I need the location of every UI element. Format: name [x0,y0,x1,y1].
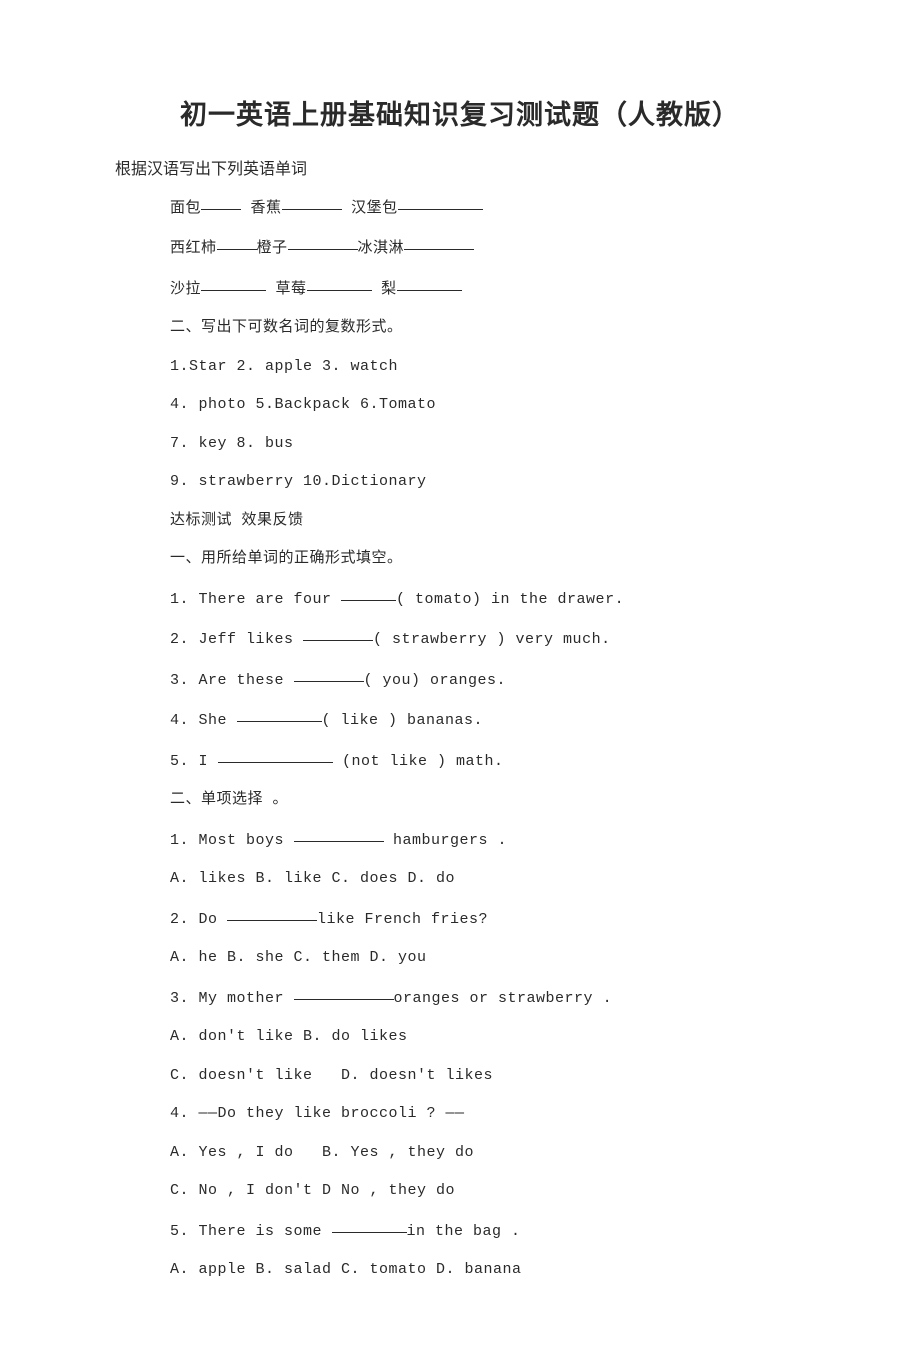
blank-input[interactable] [282,194,342,210]
vocab-line-2: 西红柿 橙子 冰淇淋 [170,236,805,261]
section-heading: 一、用所给单词的正确形式填空。 [170,548,805,571]
answer-options[interactable]: A. Yes , I do B. Yes , they do [170,1142,805,1165]
vocab-word: 西红柿 [170,240,217,257]
question-text: 3. Are these [170,672,294,689]
question-text: oranges or strawberry . [394,990,613,1007]
worksheet-page: 初一英语上册基础知识复习测试题（人教版） 根据汉语写出下列英语单词 面包 香蕉 … [0,0,920,1358]
blank-input[interactable] [201,194,241,210]
blank-input[interactable] [303,625,373,641]
list-item: 4. photo 5.Backpack 6.Tomato [170,394,805,417]
blank-input[interactable] [332,1217,407,1233]
blank-input[interactable] [294,666,364,682]
vocab-word: 冰淇淋 [358,240,405,257]
question-text: 2. Jeff likes [170,631,303,648]
blank-input[interactable] [294,984,394,1000]
vocab-word: 汉堡包 [351,200,398,217]
vocab-word: 梨 [381,281,397,298]
vocab-line-1: 面包 香蕉 汉堡包 [170,196,805,221]
vocab-word: 沙拉 [170,281,201,298]
blank-input[interactable] [397,275,462,291]
question-text: 3. My mother [170,990,294,1007]
answer-options[interactable]: A. don't like B. do likes [170,1026,805,1049]
question-text: 5. There is some [170,1223,332,1240]
blank-input[interactable] [217,234,257,250]
question-text: ( strawberry ) very much. [373,631,611,648]
list-item: 7. key 8. bus [170,433,805,456]
blank-input[interactable] [294,826,384,842]
question-text: ( you) oranges. [364,672,507,689]
question-line: 1. Most boys hamburgers . [170,828,805,853]
question-line: 3. Are these ( you) oranges. [170,668,805,693]
content-body: 面包 香蕉 汉堡包 西红柿 橙子 冰淇淋 沙拉 草莓 梨 二、写出下可数名词的复数形… [115,196,805,1282]
question-line: 2. Do like French fries? [170,907,805,932]
question-text: ( tomato) in the drawer. [396,591,624,608]
question-text: in the bag . [407,1223,521,1240]
blank-input[interactable] [201,275,266,291]
blank-input[interactable] [307,275,372,291]
question-text: (not like ) math. [333,753,504,770]
question-text: 5. I [170,753,218,770]
question-line: 4. She ( like ) bananas. [170,708,805,733]
section-heading: 达标测试 效果反馈 [170,510,805,533]
vocab-line-3: 沙拉 草莓 梨 [170,277,805,302]
answer-options[interactable]: C. doesn't like D. doesn't likes [170,1065,805,1088]
answer-options[interactable]: A. likes B. like C. does D. do [170,868,805,891]
answer-options[interactable]: A. he B. she C. them D. you [170,947,805,970]
list-item: 1.Star 2. apple 3. watch [170,356,805,379]
blank-input[interactable] [341,585,396,601]
question-line: 5. There is some in the bag . [170,1219,805,1244]
blank-input[interactable] [237,706,322,722]
question-text: 1. Most boys [170,832,294,849]
blank-input[interactable] [404,234,474,250]
answer-options[interactable]: C. No , I don't D No , they do [170,1180,805,1203]
question-text: hamburgers . [384,832,508,849]
section-heading: 二、写出下可数名词的复数形式。 [170,317,805,340]
page-title: 初一英语上册基础知识复习测试题（人教版） [115,95,805,136]
question-text: 4. She [170,712,237,729]
question-line: 3. My mother oranges or strawberry . [170,986,805,1011]
question-line: 4. ——Do they like broccoli ? —— [170,1103,805,1126]
vocab-word: 草莓 [276,281,307,298]
blank-input[interactable] [227,905,317,921]
blank-input[interactable] [288,234,358,250]
question-text: ( like ) bananas. [322,712,484,729]
subtitle: 根据汉语写出下列英语单词 [115,158,805,182]
vocab-word: 香蕉 [251,200,282,217]
list-item: 9. strawberry 10.Dictionary [170,471,805,494]
question-text: 1. There are four [170,591,341,608]
question-line: 5. I (not like ) math. [170,749,805,774]
answer-options[interactable]: A. apple B. salad C. tomato D. banana [170,1259,805,1282]
question-line: 2. Jeff likes ( strawberry ) very much. [170,627,805,652]
blank-input[interactable] [218,747,333,763]
question-text: like French fries? [317,911,488,928]
question-line: 1. There are four ( tomato) in the drawe… [170,587,805,612]
blank-input[interactable] [398,194,483,210]
vocab-word: 橙子 [257,240,288,257]
vocab-word: 面包 [170,200,201,217]
question-text: 2. Do [170,911,227,928]
section-heading: 二、单项选择 。 [170,789,805,812]
